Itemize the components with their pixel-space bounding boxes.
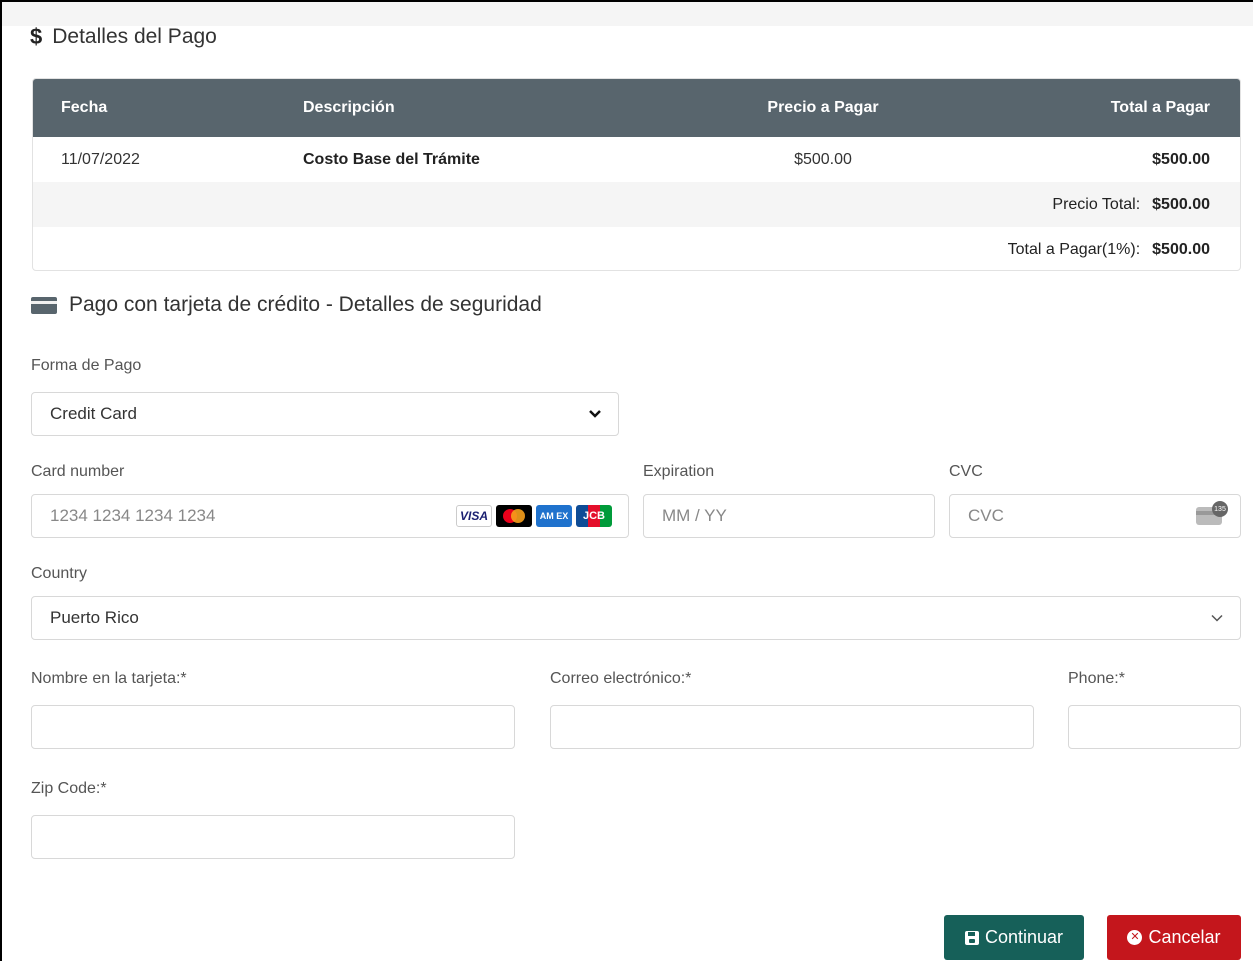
payment-table: Fecha Descripción Precio a Pagar Total a… [32,78,1241,271]
correo-input[interactable] [550,705,1034,749]
precio-total-value: $500.00 [1152,195,1210,213]
row-total: $500.00 [1152,150,1210,168]
row-descripcion: Costo Base del Trámite [303,150,480,168]
mastercard-icon [496,505,532,527]
cvc-card-icon: 135 [1196,501,1228,525]
continuar-label: Continuar [984,927,1064,947]
zip-label: Zip Code:* [31,780,107,797]
zip-input[interactable] [31,815,515,859]
save-icon [964,930,979,945]
table-header: Fecha Descripción Precio a Pagar Total a… [33,79,1240,137]
amex-icon: AM EX [536,505,572,527]
cancelar-label: Cancelar [1148,927,1221,947]
column-header-descripcion: Descripción [303,99,395,116]
continuar-button[interactable]: Continuar [944,915,1084,960]
country-select[interactable]: Puerto Rico [31,596,1241,640]
chevron-down-icon [588,409,602,419]
dollar-icon: $ [30,24,43,49]
expiration-label: Expiration [643,463,715,480]
chevron-down-icon [1210,614,1224,623]
table-row: 11/07/2022 Costo Base del Trámite $500.0… [33,137,1240,182]
precio-total-row: Precio Total: $500.00 [33,182,1240,227]
country-label: Country [31,565,88,582]
card-number-label: Card number [31,463,125,480]
precio-total-label: Precio Total: [1052,195,1141,213]
visa-icon: VISA [456,505,492,527]
column-header-fecha: Fecha [61,99,108,116]
payment-details-title-text: Detalles del Pago [52,25,217,48]
phone-input[interactable] [1068,705,1241,749]
card-section-title: Pago con tarjeta de crédito - Detalles d… [31,293,542,317]
expiration-placeholder: MM / YY [662,506,727,525]
forma-pago-select[interactable]: Credit Card [31,392,619,436]
cvc-badge: 135 [1212,501,1228,517]
phone-label: Phone:* [1068,670,1125,687]
column-header-total: Total a Pagar [1110,99,1210,116]
card-brands: VISA AM EX JCB [452,505,612,527]
credit-card-icon [31,296,57,314]
column-header-precio: Precio a Pagar [767,99,879,116]
top-strip [2,2,1253,26]
card-section-title-text: Pago con tarjeta de crédito - Detalles d… [69,293,542,316]
country-value: Puerto Rico [50,608,139,627]
cvc-label: CVC [949,463,983,480]
forma-pago-value: Credit Card [50,404,137,423]
expiration-input[interactable]: MM / YY [643,494,935,538]
cancelar-button[interactable]: ✕ Cancelar [1107,915,1241,960]
nombre-input[interactable] [31,705,515,749]
card-number-placeholder: 1234 1234 1234 1234 [50,506,216,525]
window-frame-left [0,0,2,961]
payment-details-title: $ Detalles del Pago [30,24,217,50]
nombre-label: Nombre en la tarjeta:* [31,670,187,687]
card-number-input[interactable]: 1234 1234 1234 1234 VISA AM EX JCB [31,494,629,538]
jcb-icon: JCB [576,505,612,527]
total-pagar-value: $500.00 [1152,240,1210,258]
cvc-placeholder: CVC [968,506,1004,525]
row-fecha: 11/07/2022 [61,150,140,168]
row-precio: $500.00 [794,150,852,168]
cvc-input[interactable]: CVC 135 [949,494,1241,538]
correo-label: Correo electrónico:* [550,670,692,687]
total-pagar-row: Total a Pagar(1%): $500.00 [33,227,1240,270]
total-pagar-label: Total a Pagar(1%): [1007,240,1141,258]
close-circle-icon: ✕ [1127,930,1143,945]
forma-pago-label: Forma de Pago [31,357,142,374]
